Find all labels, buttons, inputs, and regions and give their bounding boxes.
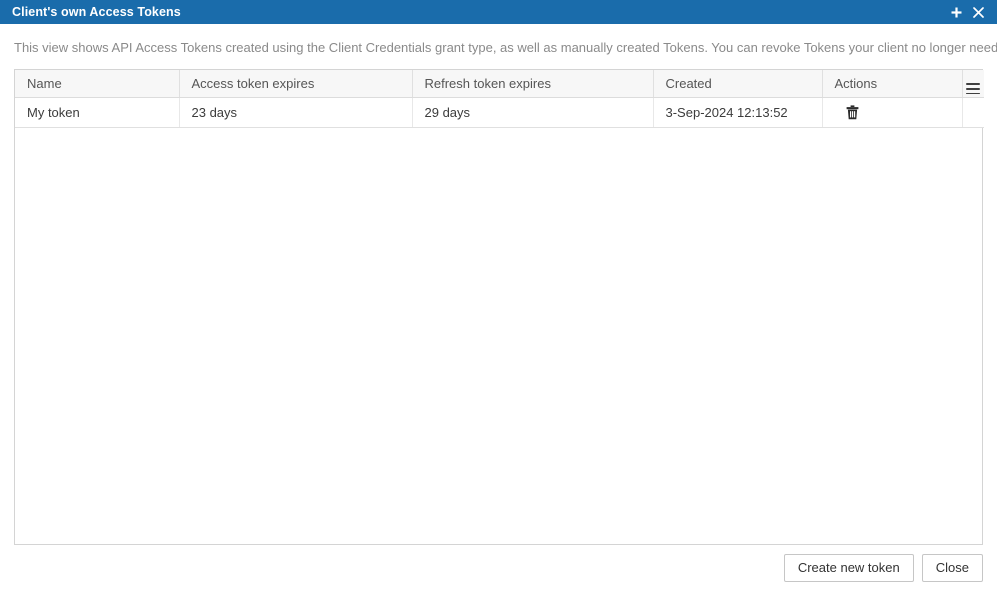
cell-access-token-expires: 23 days [179,97,413,129]
table-body: My token 23 days 29 days 3-Sep-2024 12:1… [15,97,984,129]
cell-menu-spacer [962,97,984,129]
cell-actions [822,97,963,129]
tokens-table-container: Name Access token expires Refresh token … [14,68,984,545]
window-title: Client's own Access Tokens [12,5,181,19]
tokens-table: Name Access token expires Refresh token … [15,69,984,129]
dialog-content: This view shows API Access Tokens create… [0,24,997,592]
view-description: This view shows API Access Tokens create… [14,40,997,55]
create-new-token-button[interactable]: Create new token [783,554,914,582]
cell-refresh-token-expires: 29 days [412,97,654,129]
close-icon [972,6,984,18]
add-button[interactable] [945,1,967,23]
column-header-actions[interactable]: Actions [822,69,963,99]
dialog-footer: Create new token Close [783,554,983,582]
delete-token-button[interactable] [845,104,861,122]
window-titlebar: Client's own Access Tokens [0,0,997,24]
table-header: Name Access token expires Refresh token … [15,69,984,99]
column-header-created[interactable]: Created [653,69,823,99]
trash-icon [846,105,859,120]
table-header-row: Name Access token expires Refresh token … [15,69,984,99]
close-dialog-button[interactable]: Close [921,554,983,582]
table-row[interactable]: My token 23 days 29 days 3-Sep-2024 12:1… [15,97,984,129]
hamburger-menu-icon [966,83,981,95]
cell-created: 3-Sep-2024 12:13:52 [653,97,823,129]
cell-name: My token [15,97,180,129]
close-button[interactable] [967,1,989,23]
column-header-refresh-token-expires[interactable]: Refresh token expires [412,69,654,99]
column-header-name[interactable]: Name [15,69,180,99]
column-menu-button[interactable] [962,69,984,99]
column-header-access-token-expires[interactable]: Access token expires [179,69,413,99]
plus-icon [951,7,962,18]
